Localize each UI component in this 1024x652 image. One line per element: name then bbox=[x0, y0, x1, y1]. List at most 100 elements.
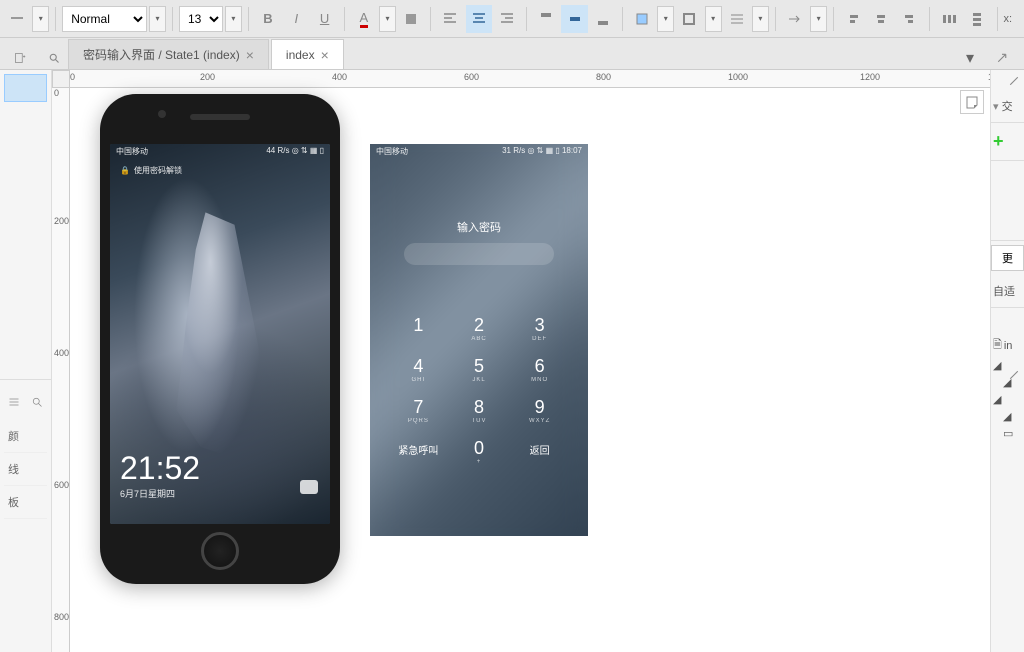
close-icon[interactable]: × bbox=[321, 47, 329, 63]
italic-button[interactable]: I bbox=[283, 5, 309, 33]
time-label: 21:52 bbox=[120, 450, 200, 487]
toolbar-dropdown-1[interactable]: ▾ bbox=[32, 6, 49, 32]
right-panel-props: ▾ 交 + 更 自适 🗎in ◢ ◢ ◢ ◢ ▭ bbox=[990, 70, 1024, 652]
align-right-button[interactable] bbox=[494, 5, 520, 33]
close-icon[interactable]: × bbox=[246, 47, 254, 63]
keypad: 1 2ABC 3DEF 4GHI 5JKL 6MNO 7PQRS 8TUV 9W… bbox=[370, 315, 588, 465]
key-6[interactable]: 6MNO bbox=[509, 356, 570, 383]
tab-password-ui[interactable]: 密码输入界面 / State1 (index) × bbox=[68, 39, 269, 69]
left-selected-item[interactable] bbox=[4, 74, 47, 102]
toolbar-separator bbox=[775, 7, 776, 31]
status-right: 31 R/s ◎ ⇅ ▦ ▯ 18:07 bbox=[502, 146, 582, 157]
align-left-button[interactable] bbox=[437, 5, 463, 33]
tab-tools bbox=[6, 44, 68, 72]
tab-index[interactable]: index × bbox=[271, 39, 344, 69]
line-weight-button[interactable] bbox=[724, 5, 750, 33]
left-list-icon[interactable] bbox=[4, 388, 24, 416]
panel-collapse-icon-2[interactable] bbox=[1008, 368, 1020, 386]
canvas[interactable]: 中国移动 44 R/s ◎ ⇅ ▦ ▯ 🔒 使用密码解锁 21:52 6月7日星… bbox=[70, 88, 990, 652]
more-button[interactable]: 更 bbox=[991, 245, 1024, 271]
align-obj-left-button[interactable] bbox=[840, 5, 866, 33]
key-2[interactable]: 2ABC bbox=[449, 315, 510, 342]
tree-root[interactable]: 🗎in bbox=[993, 334, 1022, 357]
left-item-2[interactable]: 线 bbox=[4, 453, 47, 486]
key-7[interactable]: 7PQRS bbox=[388, 397, 449, 424]
back-button[interactable]: 返回 bbox=[509, 438, 570, 465]
collapse-panel-button[interactable] bbox=[988, 44, 1016, 72]
key-3[interactable]: 3DEF bbox=[509, 315, 570, 342]
valign-top-button[interactable] bbox=[533, 5, 559, 33]
border-dropdown[interactable]: ▾ bbox=[705, 6, 722, 32]
arrow-button[interactable] bbox=[782, 5, 808, 33]
align-center-button[interactable] bbox=[466, 5, 492, 33]
align-obj-right-button[interactable] bbox=[897, 5, 923, 33]
highlight-button[interactable] bbox=[398, 5, 424, 33]
tri-icon: ◢ bbox=[1003, 410, 1011, 423]
tree-item[interactable]: ◢ bbox=[993, 408, 1022, 425]
panel-collapse-icon[interactable] bbox=[1008, 74, 1020, 92]
left-item-3[interactable]: 板 bbox=[4, 486, 47, 519]
toolbar-btn-1[interactable] bbox=[4, 5, 30, 33]
left-panel-mid: 颜 线 板 bbox=[0, 380, 51, 523]
border-color-button[interactable] bbox=[676, 5, 702, 33]
tabs-menu-button[interactable]: ▾ bbox=[956, 44, 984, 72]
line-dropdown[interactable]: ▾ bbox=[752, 6, 769, 32]
ruler-tick: 600 bbox=[464, 72, 479, 82]
fill-color-button[interactable] bbox=[629, 5, 655, 33]
dist-h-button[interactable] bbox=[936, 5, 962, 33]
add-interaction[interactable]: + bbox=[991, 123, 1024, 161]
ruler-horizontal: 0 200 400 600 800 1000 1200 1400 bbox=[70, 70, 990, 88]
key-9[interactable]: 9WXYZ bbox=[509, 397, 570, 424]
valign-bottom-button[interactable] bbox=[590, 5, 616, 33]
phone-screen-1: 中国移动 44 R/s ◎ ⇅ ▦ ▯ 🔒 使用密码解锁 21:52 6月7日星… bbox=[110, 144, 330, 524]
plus-icon: + bbox=[993, 131, 1004, 151]
home-button[interactable] bbox=[201, 532, 239, 570]
camera-shortcut-icon[interactable] bbox=[300, 480, 318, 494]
ruler-tick: 0 bbox=[54, 88, 59, 98]
key-8[interactable]: 8TUV bbox=[449, 397, 510, 424]
align-obj-center-button[interactable] bbox=[868, 5, 894, 33]
text-color-dropdown[interactable]: ▾ bbox=[379, 6, 396, 32]
arrow-dropdown[interactable]: ▾ bbox=[810, 6, 827, 32]
tri-icon: ◢ bbox=[993, 359, 1001, 372]
bold-button[interactable]: B bbox=[255, 5, 281, 33]
emergency-call-button[interactable]: 紧急呼叫 bbox=[388, 438, 449, 465]
lock-icon: 🔒 bbox=[120, 166, 130, 175]
key-5[interactable]: 5JKL bbox=[449, 356, 510, 383]
add-page-button[interactable] bbox=[6, 44, 34, 72]
panel-spacer bbox=[991, 161, 1024, 241]
text-color-button[interactable]: A bbox=[351, 5, 377, 33]
key-4[interactable]: 4GHI bbox=[388, 356, 449, 383]
style-select[interactable]: Normal bbox=[62, 6, 147, 32]
underline-button[interactable]: U bbox=[311, 5, 337, 33]
toolbar-separator bbox=[929, 7, 930, 31]
style-dropdown[interactable]: ▾ bbox=[149, 6, 166, 32]
toolbar-separator bbox=[833, 7, 834, 31]
left-search-icon[interactable] bbox=[28, 388, 48, 416]
toolbar-separator bbox=[344, 7, 345, 31]
ruler-tick: 200 bbox=[54, 216, 69, 226]
password-field[interactable] bbox=[404, 243, 554, 265]
password-screen-mockup[interactable]: 中国移动 31 R/s ◎ ⇅ ▦ ▯ 18:07 输入密码 1 2ABC 3D… bbox=[370, 144, 588, 536]
canvas-note-button[interactable] bbox=[960, 90, 984, 114]
key-0[interactable]: 0+ bbox=[449, 438, 510, 465]
left-panel-top bbox=[0, 70, 51, 380]
ruler-corner bbox=[52, 70, 70, 88]
key-1[interactable]: 1 bbox=[388, 315, 449, 342]
lock-clock: 21:52 6月7日星期四 bbox=[120, 450, 200, 500]
toolbar-separator bbox=[172, 7, 173, 31]
tree-item[interactable]: ◢ bbox=[993, 391, 1022, 408]
fontsize-select[interactable]: 13 bbox=[179, 6, 223, 32]
search-button[interactable] bbox=[40, 44, 68, 72]
ruler-tick: 400 bbox=[54, 348, 69, 358]
fontsize-dropdown[interactable]: ▾ bbox=[225, 6, 242, 32]
tree-item[interactable]: ▭ bbox=[993, 425, 1022, 442]
ruler-tick: 1200 bbox=[860, 72, 880, 82]
valign-middle-button[interactable] bbox=[561, 5, 587, 33]
dist-v-button[interactable] bbox=[964, 5, 990, 33]
tabs-end-tools: ▾ bbox=[956, 44, 1016, 72]
fill-dropdown[interactable]: ▾ bbox=[657, 6, 674, 32]
tab-label: 密码输入界面 / State1 (index) bbox=[83, 46, 240, 63]
left-item-1[interactable]: 颜 bbox=[4, 420, 47, 453]
phone-mockup-lockscreen[interactable]: 中国移动 44 R/s ◎ ⇅ ▦ ▯ 🔒 使用密码解锁 21:52 6月7日星… bbox=[100, 94, 340, 584]
